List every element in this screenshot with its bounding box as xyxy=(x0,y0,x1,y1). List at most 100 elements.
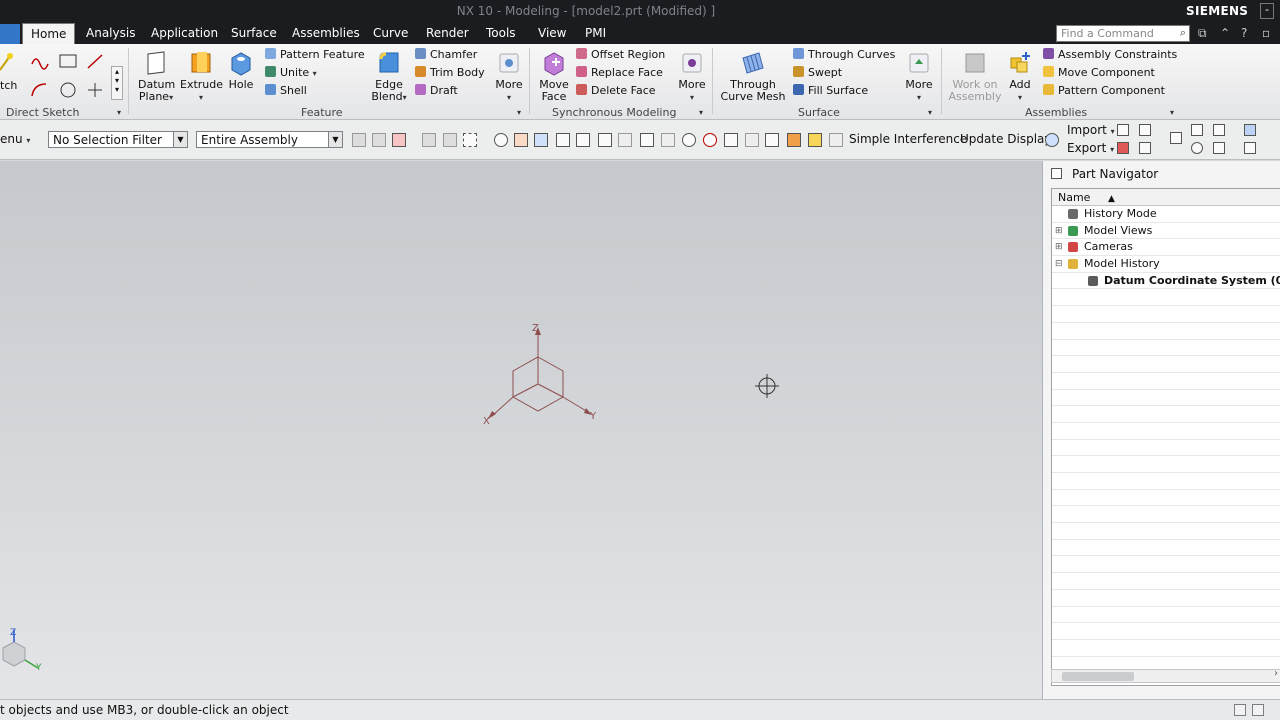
find-command-input[interactable]: Find a Command ⌕ xyxy=(1056,25,1190,42)
snap-on-face-icon[interactable] xyxy=(787,133,801,147)
status-layout-icon[interactable] xyxy=(1252,704,1264,716)
nav-row-model-views[interactable]: ⊞ Model Views xyxy=(1052,223,1280,240)
feature-selection-icon[interactable] xyxy=(392,133,406,147)
select-parent-icon[interactable] xyxy=(443,133,457,147)
menu-button[interactable]: enu ▾ xyxy=(0,132,30,146)
swept-button[interactable]: Swept xyxy=(793,66,842,79)
chamfer-button[interactable]: Chamfer xyxy=(415,48,477,61)
feature-more-button[interactable]: More ▾ xyxy=(493,50,525,104)
minimize-button[interactable]: - xyxy=(1260,3,1274,19)
work-on-assembly-button[interactable]: Work on Assembly xyxy=(948,50,1002,103)
selection-scope-dropdown[interactable]: Entire Assembly ▼ xyxy=(196,131,343,148)
graphics-window[interactable]: Z X Y Z Y xyxy=(0,161,1042,699)
snap-point-toggle-icon[interactable] xyxy=(494,133,508,147)
group-dropdown-icon[interactable]: ▾ xyxy=(117,108,121,117)
pattern-feature-button[interactable]: Pattern Feature xyxy=(265,48,365,61)
move-face-button[interactable]: Move Face xyxy=(536,50,572,103)
tab-view[interactable]: View xyxy=(538,26,566,40)
expander-icon[interactable]: ⊞ xyxy=(1055,242,1063,252)
shaded-view-icon[interactable] xyxy=(1244,124,1256,136)
add-component-button[interactable]: Add ▾ xyxy=(1006,50,1034,104)
feature-group-dropdown-icon[interactable]: ▾ xyxy=(517,108,521,117)
sketch-gallery-scroll[interactable]: ▴ ▾ ▾ xyxy=(111,66,123,100)
update-display-icon[interactable] xyxy=(1045,133,1059,147)
draft-button[interactable]: Draft xyxy=(415,84,458,97)
snap-quadrant-icon[interactable] xyxy=(618,133,632,147)
snap-arc-center-icon[interactable] xyxy=(598,133,612,147)
assemblies-group-dropdown-icon[interactable]: ▾ xyxy=(1170,108,1174,117)
import-assembly-icon[interactable] xyxy=(1139,124,1151,136)
interference-icon[interactable] xyxy=(829,133,843,147)
orient-view-icon[interactable] xyxy=(1213,124,1225,136)
extrude-button[interactable]: Extrude ▾ xyxy=(180,50,223,104)
sync-more-button[interactable]: More ▾ xyxy=(676,50,708,104)
scrollbar-thumb[interactable] xyxy=(1062,672,1134,681)
import-button[interactable]: Import ▾ xyxy=(1067,123,1115,137)
rectangle-select-icon[interactable] xyxy=(463,133,477,147)
snap-on-curve-icon[interactable] xyxy=(661,133,675,147)
window-close-icon[interactable]: ▫ xyxy=(1262,26,1270,40)
nav-row-cameras[interactable]: ⊞ Cameras xyxy=(1052,239,1280,257)
general-selection-icon[interactable] xyxy=(352,133,366,147)
snap-control-point-icon[interactable] xyxy=(556,133,570,147)
sync-group-dropdown-icon[interactable]: ▾ xyxy=(699,108,703,117)
surface-more-button[interactable]: More ▾ xyxy=(903,50,935,104)
edge-blend-button[interactable]: Edge Blend▾ xyxy=(369,50,409,104)
selection-intent-icon[interactable] xyxy=(372,133,386,147)
replace-face-button[interactable]: Replace Face xyxy=(576,66,663,79)
snap-plus-icon[interactable] xyxy=(724,133,738,147)
tab-application[interactable]: Application xyxy=(151,26,218,40)
tab-pmi[interactable]: PMI xyxy=(585,26,606,40)
export-pdf-icon[interactable] xyxy=(1117,142,1129,154)
rotate-icon[interactable] xyxy=(1191,142,1203,154)
nav-row-model-history[interactable]: ⊟ Model History xyxy=(1052,256,1280,273)
scroll-right-icon[interactable]: › xyxy=(1274,668,1278,679)
offset-region-button[interactable]: Offset Region xyxy=(576,48,665,61)
tab-surface[interactable]: Surface xyxy=(231,26,277,40)
snap-hand-icon[interactable] xyxy=(808,133,822,147)
snap-endpoint-icon[interactable] xyxy=(514,133,528,147)
selection-filter-dropdown[interactable]: No Selection Filter ▼ xyxy=(48,131,188,148)
help-icon[interactable]: ? xyxy=(1241,26,1247,40)
tab-tools[interactable]: Tools xyxy=(486,26,516,40)
tab-curve[interactable]: Curve xyxy=(373,26,408,40)
nav-row-history-mode[interactable]: History Mode xyxy=(1052,206,1280,223)
hole-button[interactable]: Hole xyxy=(226,50,256,91)
snap-circle-center-icon[interactable] xyxy=(682,133,696,147)
horizontal-scrollbar[interactable]: › xyxy=(1051,668,1280,683)
restore-window-icon[interactable]: ⧉ xyxy=(1198,26,1207,41)
expander-icon[interactable]: ⊟ xyxy=(1055,259,1063,269)
assembly-constraints-button[interactable]: Assembly Constraints xyxy=(1043,48,1177,61)
render-style-icon[interactable] xyxy=(1213,142,1225,154)
tab-assemblies[interactable]: Assemblies xyxy=(292,26,360,40)
export-assembly-icon[interactable] xyxy=(1139,142,1151,154)
expander-icon[interactable]: ⊞ xyxy=(1055,226,1063,236)
snap-tangent-icon[interactable] xyxy=(703,133,717,147)
pattern-component-button[interactable]: Pattern Component xyxy=(1043,84,1165,97)
import-part-icon[interactable] xyxy=(1117,124,1129,136)
delete-face-button[interactable]: Delete Face xyxy=(576,84,656,97)
through-curve-mesh-button[interactable]: Through Curve Mesh xyxy=(718,50,788,103)
shell-button[interactable]: Shell xyxy=(265,84,307,97)
select-dependent-icon[interactable] xyxy=(422,133,436,147)
collapse-ribbon-icon[interactable]: ⌃ xyxy=(1220,26,1230,40)
part-navigator-pin-checkbox[interactable] xyxy=(1051,168,1062,179)
move-component-button[interactable]: Move Component xyxy=(1043,66,1155,79)
snap-intersection-icon[interactable] xyxy=(576,133,590,147)
tab-home[interactable]: Home xyxy=(22,23,76,44)
trim-body-button[interactable]: Trim Body xyxy=(415,66,485,79)
fill-surface-button[interactable]: Fill Surface xyxy=(793,84,868,97)
snap-existing-point-icon[interactable] xyxy=(640,133,654,147)
simple-interference-button[interactable]: Simple Interference xyxy=(849,132,967,146)
surface-group-dropdown-icon[interactable]: ▾ xyxy=(928,108,932,117)
column-header-name[interactable]: Name ▲ xyxy=(1052,189,1280,206)
snap-midpoint-icon[interactable] xyxy=(534,133,548,147)
nav-row-datum-coordinate-system[interactable]: Datum Coordinate System (0) xyxy=(1052,273,1280,290)
datum-plane-button[interactable]: Datum Plane▾ xyxy=(138,50,175,104)
tab-render[interactable]: Render xyxy=(426,26,469,40)
export-button[interactable]: Export ▾ xyxy=(1067,141,1114,155)
fit-view-icon[interactable] xyxy=(1170,132,1182,144)
tab-analysis[interactable]: Analysis xyxy=(86,26,135,40)
zoom-icon[interactable] xyxy=(1191,124,1203,136)
sketch-button[interactable]: tch xyxy=(0,80,17,92)
